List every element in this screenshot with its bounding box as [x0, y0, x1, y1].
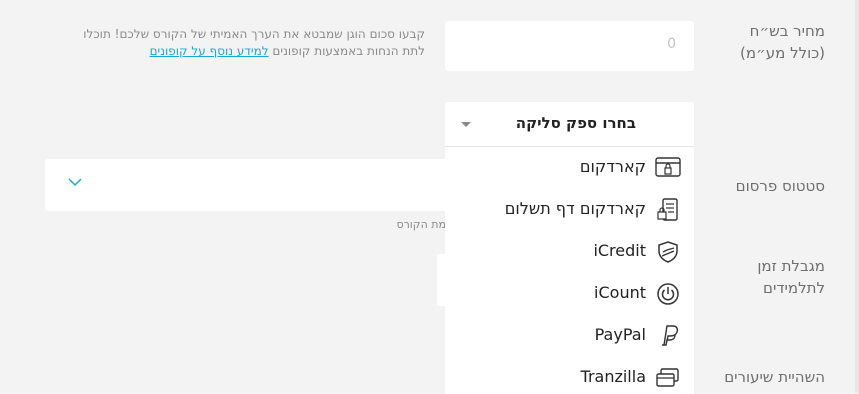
publish-status-select[interactable] [45, 159, 445, 211]
shield-check-icon [658, 241, 678, 263]
scrollbar[interactable] [855, 0, 859, 393]
price-value: 0 [667, 36, 676, 52]
lesson-delay-label: השהיית שיעורים [724, 368, 825, 386]
option-label: PayPal [594, 325, 646, 344]
option-label: iCount [594, 283, 646, 302]
option-label: iCredit [593, 241, 646, 260]
option-cardcom-payment-page[interactable]: קארדקום דף תשלום [445, 189, 694, 231]
clearing-provider-select[interactable]: בחרו ספק סליקה [445, 102, 694, 146]
time-limit-label: מגבלת זמן לתלמידים [757, 257, 825, 297]
option-label: Tranzilla [580, 367, 646, 386]
clearing-provider-placeholder: בחרו ספק סליקה [515, 114, 636, 132]
caret-down-icon [461, 122, 471, 127]
price-help: קבעו סכום הוגן שמבטא את הערך האמיתי של ה… [60, 26, 425, 60]
paypal-icon [662, 325, 679, 346]
clearing-provider-menu: קארדקום קארדקום דף תשלום iCredit iCount [445, 146, 694, 394]
cards-stack-icon [656, 368, 679, 387]
card-terminal-icon [655, 157, 681, 177]
publish-status-label: סטטוס פרסום [735, 177, 825, 195]
publish-status-note: מת הקורס [396, 218, 446, 231]
option-icredit[interactable]: iCredit [445, 231, 694, 273]
chevron-down-icon [68, 178, 82, 187]
option-tranzilla[interactable]: Tranzilla [445, 357, 694, 394]
power-circle-icon [657, 283, 679, 305]
option-icount[interactable]: iCount [445, 273, 694, 315]
option-paypal[interactable]: PayPal [445, 315, 694, 357]
price-input[interactable]: 0 [445, 21, 694, 71]
price-label: מחיר בש״ח (כולל מע״מ) [740, 22, 825, 62]
option-label: קארדקום דף תשלום [504, 199, 646, 218]
option-cardcom[interactable]: קארדקום [445, 147, 694, 189]
payment-page-icon [657, 198, 678, 221]
option-label: קארדקום [579, 157, 646, 176]
coupons-info-link[interactable]: למידע נוסף על קופונים [150, 44, 269, 58]
